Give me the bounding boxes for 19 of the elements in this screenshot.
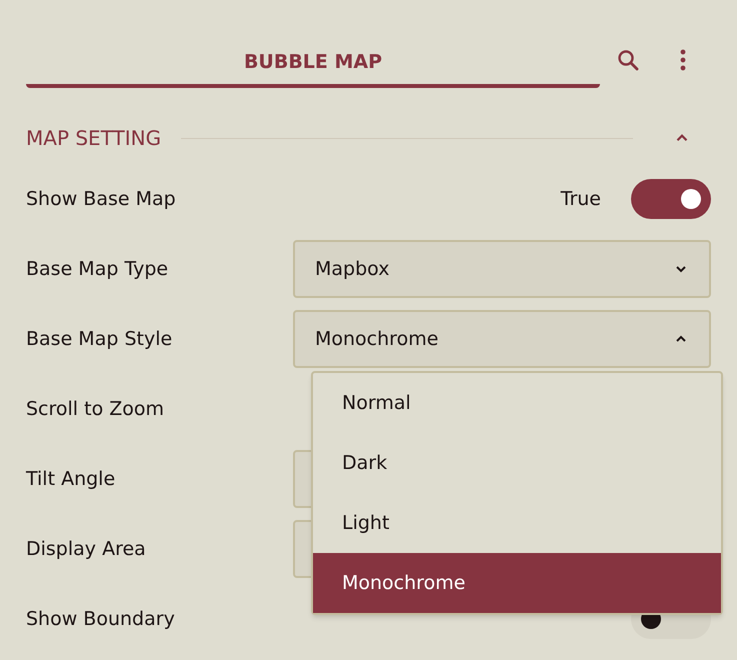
- setting-label: Base Map Type: [26, 256, 168, 282]
- search-icon[interactable]: [616, 48, 640, 72]
- select-field[interactable]: Mapbox: [293, 240, 711, 298]
- toggle-switch[interactable]: [631, 179, 711, 219]
- tab[interactable]: BUBBLE MAP: [26, 40, 600, 88]
- toggle-value: True: [560, 186, 601, 212]
- dropdown-option[interactable]: Normal: [313, 373, 721, 433]
- dropdown-option[interactable]: Light: [313, 493, 721, 553]
- select-field[interactable]: Monochrome: [293, 310, 711, 368]
- dropdown-option[interactable]: Monochrome: [313, 553, 721, 613]
- section-title: MAP SETTING: [26, 125, 162, 152]
- setting-label: Scroll to Zoom: [26, 396, 164, 422]
- setting-label: Show Boundary: [26, 606, 175, 632]
- setting-label: Show Base Map: [26, 186, 176, 212]
- menu-icon[interactable]: [680, 49, 686, 71]
- dropdown-option[interactable]: Dark: [313, 433, 721, 493]
- setting-label: Tilt Angle: [26, 466, 116, 492]
- setting-label: Display Area: [26, 536, 146, 562]
- setting-label: Base Map Style: [26, 326, 172, 352]
